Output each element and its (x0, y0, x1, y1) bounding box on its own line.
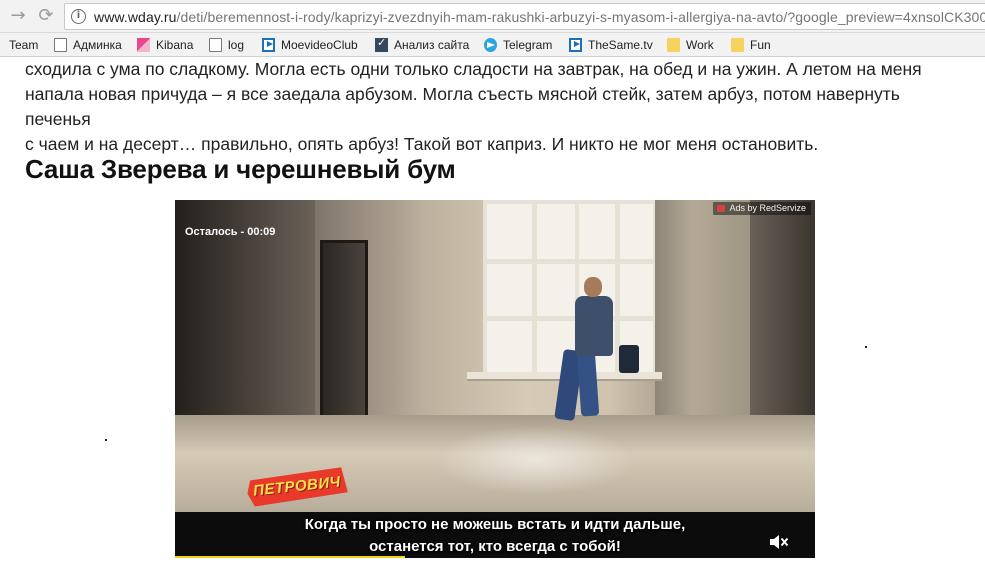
bookmark-work[interactable]: Work (667, 36, 714, 54)
video-scene-mirror (320, 240, 368, 420)
folder-icon (667, 37, 680, 52)
bookmark-label: Kibana (156, 38, 194, 52)
bookmark-label: Team (9, 38, 39, 52)
article-paragraph: сходила с ума по сладкому. Могла есть од… (25, 57, 965, 157)
bookmark-log[interactable]: log (209, 36, 244, 54)
bookmark-site-analysis[interactable]: Анализ сайта (375, 36, 469, 54)
file-icon (54, 37, 67, 52)
info-icon[interactable]: i (71, 9, 86, 24)
bookmarks-bar: Team Админка Kibana log MoevideoClub Ана… (0, 33, 985, 57)
moevideo-icon (569, 37, 582, 52)
bookmark-moevideoclub[interactable]: MoevideoClub (262, 36, 358, 54)
bookmark-label: MoevideoClub (281, 38, 358, 52)
bookmark-fun[interactable]: Fun (731, 36, 771, 54)
bookmark-label: Анализ сайта (394, 38, 470, 52)
subtitle-line: Когда ты просто не можешь встать и идти … (304, 516, 686, 533)
bookmark-kibana[interactable]: Kibana (137, 36, 193, 54)
paragraph-line: напала новая причуда – я все заедала арб… (25, 84, 900, 129)
back-arrow-icon[interactable]: → (8, 6, 28, 26)
bookmark-label: Telegram (503, 38, 553, 52)
bookmark-label: Админка (73, 38, 122, 52)
url-host: www.wday.ru (94, 9, 177, 25)
section-heading: Саша Зверева и черешневый бум (25, 154, 456, 184)
bookmark-label: TheSame.tv (588, 38, 653, 52)
time-remaining: Осталось - 00:09 (185, 226, 276, 238)
video-ad-player[interactable]: Ads by RedServize ПЕТРОВИЧ Осталось - 00… (175, 200, 815, 558)
video-scene-bag (619, 345, 639, 373)
reload-icon[interactable]: ⟳ (36, 6, 56, 26)
playback-progress[interactable] (175, 556, 406, 558)
bookmark-admin[interactable]: Админка (54, 36, 122, 54)
folder-icon (731, 37, 744, 52)
checkmark-icon (375, 36, 388, 52)
bookmark-team[interactable]: Team (9, 36, 38, 54)
subtitle-line: останется тот, кто всегда с тобой! (369, 538, 621, 555)
bookmark-label: Fun (750, 38, 771, 52)
bookmark-thesame[interactable]: TheSame.tv (569, 36, 653, 54)
bookmark-telegram[interactable]: Telegram (484, 36, 552, 54)
bookmark-label: log (228, 38, 245, 52)
ads-by-badge[interactable]: Ads by RedServize (713, 202, 811, 215)
video-scene-person (575, 296, 613, 356)
bookmark-label: Work (686, 38, 714, 52)
stray-dot (865, 346, 867, 348)
paragraph-line: сходила с ума по сладкому. Могла есть од… (25, 59, 922, 79)
stray-dot (105, 439, 107, 441)
speaker-muted-icon[interactable] (769, 534, 789, 550)
browser-toolbar: → ⟳ i www.wday.ru/deti/beremennost-i-rod… (0, 0, 985, 33)
address-bar[interactable]: i www.wday.ru/deti/beremennost-i-rody/ka… (64, 3, 985, 30)
moevideo-icon (262, 37, 275, 52)
file-icon (209, 37, 222, 52)
telegram-icon (484, 37, 497, 52)
url-path: /deti/beremennost-i-rody/kaprizyi-zvezdn… (176, 9, 985, 25)
kibana-icon (137, 37, 150, 52)
url-text[interactable]: www.wday.ru/deti/beremennost-i-rody/kapr… (94, 9, 985, 25)
